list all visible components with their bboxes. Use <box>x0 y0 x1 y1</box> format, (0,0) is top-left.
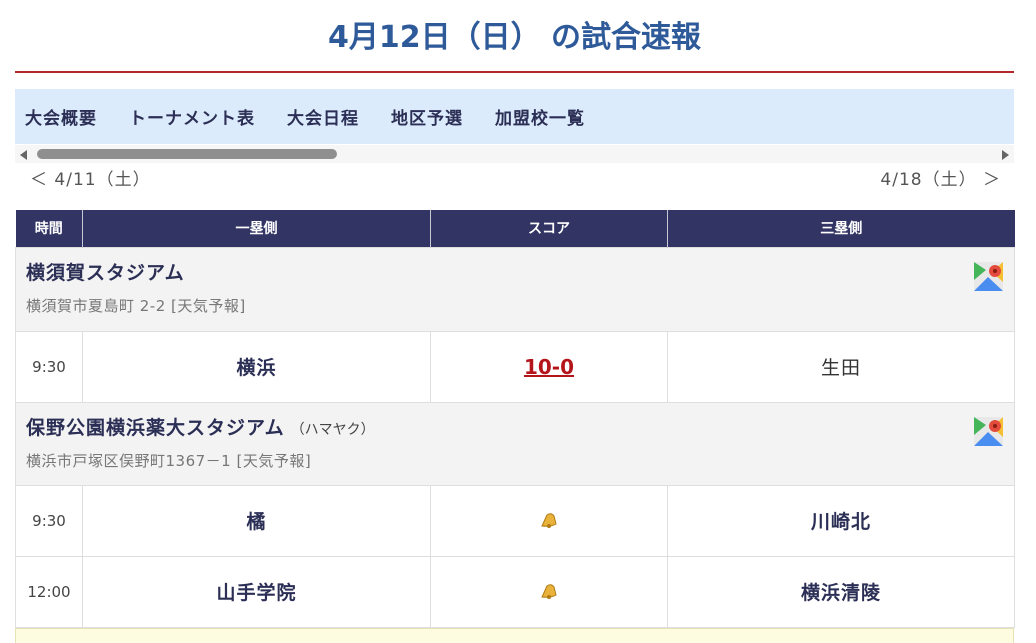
score-link[interactable]: 10-0 <box>524 355 574 379</box>
header-third-base: 三塁側 <box>667 210 1015 247</box>
header-score: スコア <box>430 210 668 247</box>
scrollbar-thumb[interactable] <box>37 149 337 159</box>
venue-nickname: （ハマヤク） <box>290 421 375 438</box>
venue-address[interactable]: 横浜市戸塚区俣野町1367－1 [天気予報] <box>26 450 1004 471</box>
tournament-nav: 大会概要 トーナメント表 大会日程 地区予選 加盟校一覧 <box>15 89 1014 144</box>
notice-strip <box>15 628 1014 643</box>
venue-name: 横須賀スタジアム <box>26 261 185 284</box>
third-base-team: 川崎北 <box>667 484 1015 557</box>
scroll-left-arrow-icon[interactable] <box>20 150 27 160</box>
table-header-row: 時間 一塁側 スコア 三塁側 <box>15 210 1015 247</box>
bell-icon <box>541 583 557 599</box>
venue-cell: 保野公園横浜薬大スタジアム （ハマヤク） 横浜市戸塚区俣野町1367－1 [天気予… <box>15 401 1015 486</box>
nav-item-overview[interactable]: 大会概要 <box>25 104 97 129</box>
venue-cell: 横須賀スタジアム 横須賀市夏島町 2-2 [天気予報] <box>15 246 1015 332</box>
third-base-team: 生田 <box>667 330 1015 403</box>
scroll-right-arrow-icon[interactable] <box>1002 150 1009 160</box>
nav-horizontal-scrollbar[interactable] <box>15 145 1014 163</box>
third-base-team: 横浜清陵 <box>667 555 1015 628</box>
first-base-team: 橘 <box>82 484 431 557</box>
game-time: 12:00 <box>15 555 83 628</box>
game-row: 9:30 橘 川崎北 <box>15 484 1015 557</box>
score-cell <box>430 555 668 628</box>
venue-row: 保野公園横浜薬大スタジアム （ハマヤク） 横浜市戸塚区俣野町1367－1 [天気予… <box>15 401 1015 486</box>
games-table: 時間 一塁側 スコア 三塁側 横須賀スタジアム 横須賀市夏島町 2-2 [天気予… <box>15 210 1015 628</box>
page-title: 4月12日（日） の試合速報 <box>15 0 1014 73</box>
header-first-base: 一塁側 <box>82 210 431 247</box>
venue-row: 横須賀スタジアム 横須賀市夏島町 2-2 [天気予報] <box>15 246 1015 332</box>
prev-date-link[interactable]: ＜ 4/11（土） <box>30 165 151 190</box>
score-cell: 10-0 <box>430 330 668 403</box>
bell-icon <box>541 512 557 528</box>
nav-item-bracket[interactable]: トーナメント表 <box>129 104 255 129</box>
nav-item-schedule[interactable]: 大会日程 <box>287 104 359 129</box>
header-time: 時間 <box>15 210 83 247</box>
score-cell <box>430 484 668 557</box>
next-date-link[interactable]: 4/18（土） ＞ <box>880 165 1001 190</box>
game-row: 12:00 山手学院 横浜清陵 <box>15 555 1015 628</box>
nav-item-regional[interactable]: 地区予選 <box>391 104 463 129</box>
game-time: 9:30 <box>15 330 83 403</box>
first-base-team: 横浜 <box>82 330 431 403</box>
google-maps-icon[interactable] <box>974 416 1003 446</box>
venue-name: 保野公園横浜薬大スタジアム <box>26 416 285 439</box>
game-time: 9:30 <box>15 484 83 557</box>
venue-address[interactable]: 横須賀市夏島町 2-2 [天気予報] <box>26 295 1004 316</box>
google-maps-icon[interactable] <box>974 261 1003 291</box>
nav-item-schools[interactable]: 加盟校一覧 <box>495 104 585 129</box>
game-row: 9:30 横浜 10-0 生田 <box>15 330 1015 403</box>
first-base-team: 山手学院 <box>82 555 431 628</box>
